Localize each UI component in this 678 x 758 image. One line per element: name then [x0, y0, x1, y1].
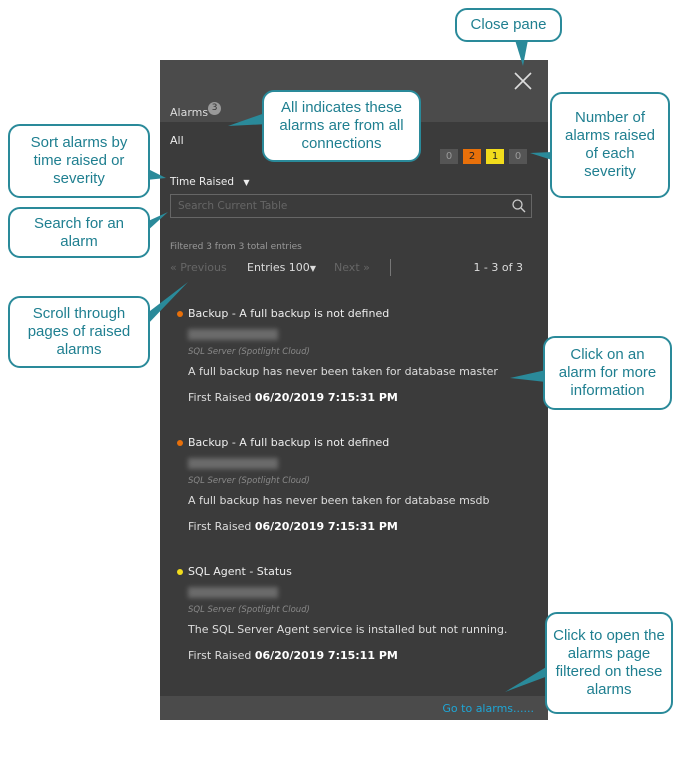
- alarm-description: The SQL Server Agent service is installe…: [188, 623, 508, 636]
- pane-title: Alarms 3: [170, 102, 222, 119]
- filter-summary: Filtered 3 from 3 total entries: [170, 242, 302, 252]
- callout-sort: Sort alarms by time raised or severity: [8, 124, 150, 198]
- alarm-title: SQL Agent - Status: [177, 565, 538, 578]
- callout-close: Close pane: [455, 8, 562, 42]
- alarm-description: A full backup has never been taken for d…: [188, 365, 498, 378]
- alarm-source: SQL Server (Spotlight Cloud): [188, 605, 310, 615]
- first-raised: First Raised 06/20/2019 7:15:31 PM: [188, 520, 538, 533]
- redacted-connection-name: [188, 329, 278, 340]
- alarm-title-text: Backup - A full backup is not defined: [188, 436, 390, 449]
- redacted-connection-name: [188, 458, 278, 469]
- previous-button[interactable]: « Previous: [170, 261, 227, 274]
- double-chevron-right-icon: »: [363, 261, 370, 274]
- search-icon[interactable]: [512, 199, 526, 213]
- callout-open-alarms: Click to open the alarms page filtered o…: [545, 612, 673, 714]
- first-raised-value: 06/20/2019 7:15:31 PM: [254, 520, 398, 533]
- redacted-connection-name: [188, 587, 278, 598]
- caret-down-icon: ▼: [309, 264, 316, 273]
- severity-dot: [177, 311, 183, 317]
- first-raised-label: First Raised: [188, 391, 252, 404]
- callout-search: Search for an alarm: [8, 207, 150, 258]
- callout-click-alarm: Click on an alarm for more information: [543, 336, 672, 410]
- first-raised-label: First Raised: [188, 649, 252, 662]
- close-icon[interactable]: [512, 70, 534, 92]
- caret-down-icon: ▼: [243, 178, 250, 187]
- alarm-count-badge: 3: [208, 102, 222, 115]
- go-to-alarms-link[interactable]: Go to alarms......: [442, 702, 534, 715]
- severity-count: 2: [463, 149, 481, 164]
- sort-label: Time Raised: [170, 176, 235, 188]
- alarm-title-text: Backup - A full backup is not defined: [188, 307, 390, 320]
- entries-dropdown[interactable]: Entries 100▼: [247, 261, 316, 274]
- next-label: Next: [334, 261, 360, 274]
- first-raised-label: First Raised: [188, 520, 252, 533]
- search-input[interactable]: [170, 194, 532, 218]
- entries-label: Entries 100: [247, 261, 310, 274]
- alarm-title-text: SQL Agent - Status: [188, 565, 292, 578]
- previous-label: Previous: [180, 261, 227, 274]
- alarm-source: SQL Server (Spotlight Cloud): [188, 476, 310, 486]
- severity-count: 0: [509, 149, 527, 164]
- alarm-item[interactable]: SQL Agent - Status SQL Server (Spotlight …: [177, 565, 538, 662]
- callout-scroll: Scroll through pages of raised alarms: [8, 296, 150, 368]
- alarm-source: SQL Server (Spotlight Cloud): [188, 347, 310, 357]
- callout-number: Number of alarms raised of each severity: [550, 92, 670, 198]
- divider: [390, 259, 391, 276]
- severity-count: 0: [440, 149, 458, 164]
- page-range: 1 - 3 of 3: [473, 261, 523, 274]
- alarm-description: A full backup has never been taken for d…: [188, 494, 490, 507]
- first-raised: First Raised 06/20/2019 7:15:31 PM: [188, 391, 538, 404]
- next-button[interactable]: Next »: [334, 261, 370, 274]
- severity-dot: [177, 569, 183, 575]
- severity-dot: [177, 440, 183, 446]
- pane-footer: Go to alarms......: [160, 696, 548, 720]
- alarm-title: Backup - A full backup is not defined: [177, 436, 538, 449]
- title-text: Alarms: [170, 106, 209, 119]
- alarm-item[interactable]: Backup - A full backup is not defined SQL…: [177, 307, 538, 404]
- first-raised: First Raised 06/20/2019 7:15:11 PM: [188, 649, 538, 662]
- alarm-title: Backup - A full backup is not defined: [177, 307, 538, 320]
- scope-label: All: [170, 134, 184, 147]
- alarm-item[interactable]: Backup - A full backup is not defined SQL…: [177, 436, 538, 533]
- first-raised-value: 06/20/2019 7:15:11 PM: [254, 649, 398, 662]
- sort-dropdown[interactable]: Time Raised ▼: [170, 176, 250, 188]
- first-raised-value: 06/20/2019 7:15:31 PM: [254, 391, 398, 404]
- callout-all: All indicates these alarms are from all …: [262, 90, 421, 162]
- severity-count: 1: [486, 149, 504, 164]
- double-chevron-left-icon: «: [170, 261, 177, 274]
